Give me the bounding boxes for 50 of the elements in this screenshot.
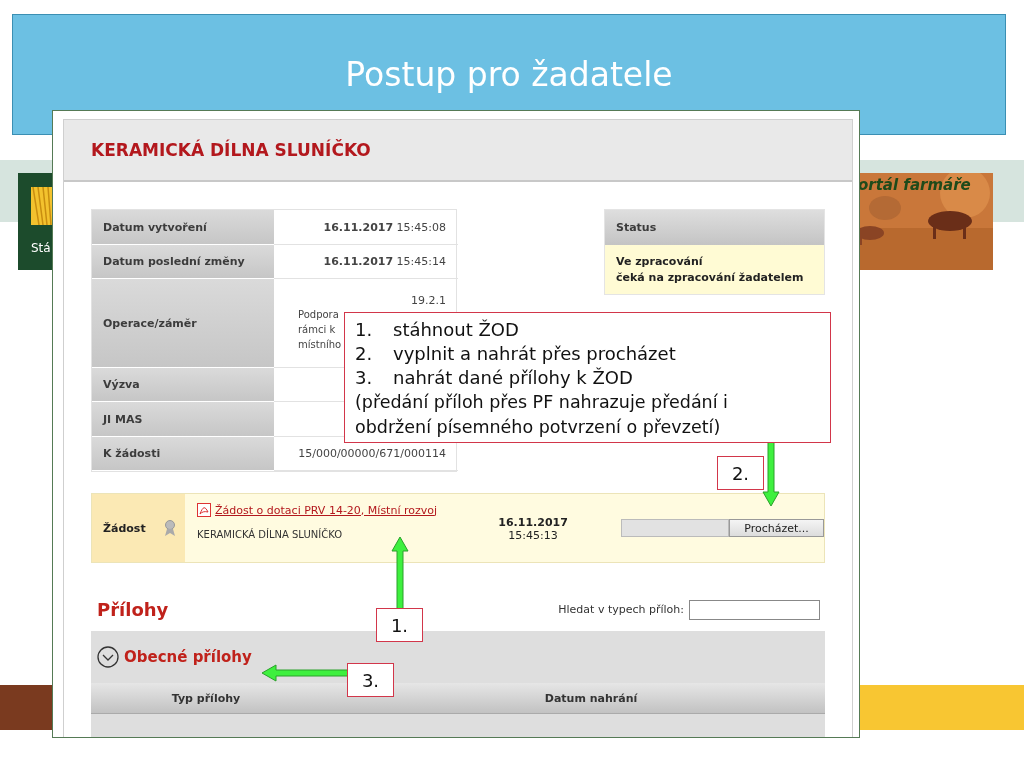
value-text: 16.11.2017 15:45:14 (323, 255, 446, 268)
logo-text: Stá (31, 241, 52, 255)
ribbon-icon (163, 520, 176, 536)
applicant-name: KERAMICKÁ DÍLNA SLUNÍČKO (197, 529, 344, 540)
chevron-down-icon[interactable] (97, 646, 119, 668)
step-number: 2. (355, 342, 374, 366)
value-text: 16.11.2017 15:45:08 (323, 220, 446, 234)
attachments-heading: Přílohy (97, 599, 169, 620)
step-text: stáhnout ŽOD (393, 318, 519, 342)
value-fragment: místního (297, 338, 342, 352)
step-marker: 2. (717, 456, 764, 490)
step-marker: 3. (347, 663, 394, 697)
column-heading: Typ přílohy (170, 691, 242, 705)
section-title: Obecné přílohy (124, 648, 252, 666)
callout-note: (předání příloh přes PF nahrazuje předání i obdržení písemného potvrzení o převzetí) (355, 391, 729, 439)
application-date: 16.11.2017 (498, 516, 568, 529)
arrow (392, 537, 408, 609)
file-field[interactable] (621, 519, 729, 537)
application-time: 15:45:13 (508, 529, 558, 542)
pdf-icon (197, 503, 212, 517)
detail-label: K žádosti (92, 437, 274, 471)
sun-rays-icon (31, 187, 52, 225)
step-number: 1. (355, 318, 374, 342)
column-heading: Datum nahrání (543, 691, 639, 705)
value-fragment: Podpora (297, 308, 339, 322)
detail-label: Výzva (92, 368, 274, 402)
value-text: 19.2.1 (411, 294, 446, 307)
application-link[interactable]: Žádost o dotaci PRV 14-20, Místní rozvoj (215, 503, 438, 517)
detail-label: Datum poslední změny (92, 245, 274, 279)
search-field[interactable] (689, 599, 820, 620)
status-heading: Status (605, 210, 824, 245)
step-text: nahrát dané přílohy k ŽOD (393, 366, 633, 390)
step-number: 3. (355, 366, 374, 390)
detail-label: JI MAS (92, 402, 274, 437)
status-text: čeká na zpracování žadatelem (616, 271, 805, 284)
step-text: vyplnit a nahrát přes procházet (393, 342, 676, 366)
detail-label: Datum vytvoření (92, 210, 274, 245)
application-label: Žádost (103, 521, 146, 535)
slide-title: Postup pro žadatele (345, 55, 673, 96)
banner-text: ortál farmáře (858, 176, 971, 194)
search-label: Hledat v typech příloh: (558, 603, 684, 616)
detail-label: Operace/záměr (92, 279, 274, 368)
step-marker: 1. (376, 608, 423, 642)
browse-button[interactable]: Procházet... (729, 519, 824, 537)
footer-band (0, 685, 52, 730)
panel-title: KERAMICKÁ DÍLNA SLUNÍČKO (91, 140, 371, 160)
value-text: 15/000/00000/671/000114 (298, 447, 446, 460)
status-text: Ve zpracování (616, 255, 704, 268)
arrow (763, 442, 779, 506)
value-fragment: rámci k (297, 323, 336, 337)
